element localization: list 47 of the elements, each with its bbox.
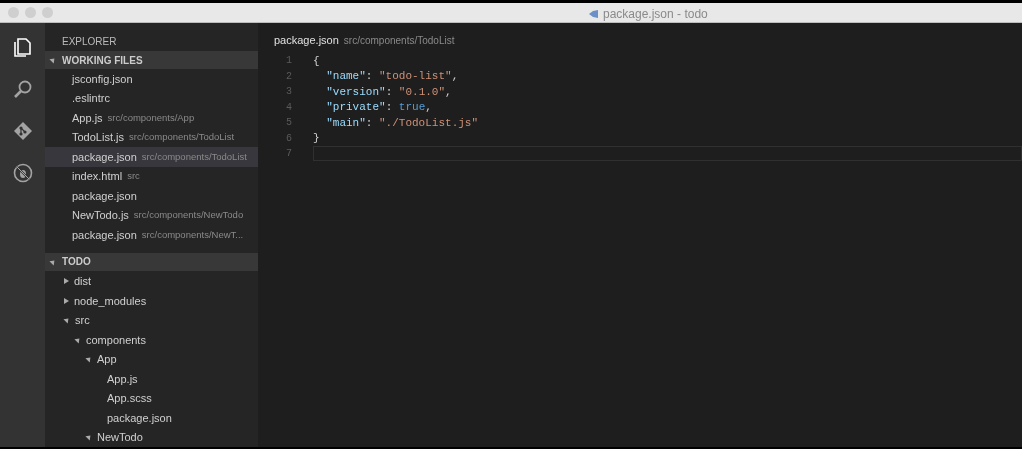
line-number: 3 bbox=[285, 85, 292, 100]
working-file[interactable]: jsconfig.json bbox=[45, 69, 258, 89]
line-number: 7 bbox=[285, 147, 292, 162]
code-line: "private": true, bbox=[325, 100, 432, 115]
code-line: } bbox=[313, 131, 320, 146]
working-file[interactable]: package.json bbox=[45, 186, 258, 206]
section-header[interactable]: WORKING FILES bbox=[45, 51, 258, 69]
code-line: "name": "todo-list", bbox=[325, 69, 459, 84]
expanded-caret-icon[interactable] bbox=[49, 56, 57, 64]
collapsed-caret-icon[interactable] bbox=[64, 297, 69, 304]
folder-item[interactable]: components bbox=[86, 331, 146, 348]
file-item[interactable]: App.js bbox=[107, 370, 138, 387]
line-number: 2 bbox=[285, 69, 292, 84]
working-file[interactable]: TodoList.js src/components/TodoList bbox=[45, 127, 258, 147]
file-item[interactable]: package.json bbox=[107, 409, 172, 426]
files-icon[interactable] bbox=[12, 37, 33, 57]
working-file[interactable]: package.json src/components/TodoList bbox=[45, 147, 258, 167]
bug-icon[interactable] bbox=[12, 163, 33, 183]
line-number: 4 bbox=[285, 100, 292, 115]
collapsed-caret-icon[interactable] bbox=[64, 278, 69, 285]
code-line: "main": "./TodoList.js" bbox=[325, 115, 479, 131]
window-title: package.json - todo bbox=[603, 6, 708, 23]
working-file[interactable]: NewTodo.js src/components/NewTodo bbox=[45, 205, 258, 225]
working-file[interactable]: index.html src bbox=[45, 166, 258, 186]
section-header[interactable]: TODO bbox=[45, 252, 258, 271]
sidebar-title: EXPLORER bbox=[61, 35, 117, 49]
folder-item[interactable]: NewTodo bbox=[97, 429, 143, 446]
expanded-caret-icon[interactable] bbox=[85, 433, 93, 441]
file-icon bbox=[589, 10, 598, 18]
git-icon[interactable] bbox=[12, 121, 33, 141]
folder-item[interactable]: App bbox=[97, 351, 117, 368]
editor-path: src/components/TodoList bbox=[343, 34, 455, 48]
line-number: 1 bbox=[285, 54, 292, 69]
folder-item[interactable]: node_modules bbox=[74, 292, 147, 309]
folder-item[interactable]: dist bbox=[74, 273, 92, 290]
expanded-caret-icon[interactable] bbox=[85, 355, 93, 363]
folder-item[interactable]: src bbox=[75, 312, 90, 329]
code-line: "version": "0.1.0", bbox=[325, 84, 452, 100]
code-line: { bbox=[313, 53, 320, 69]
working-file[interactable]: package.json src/components/NewT... bbox=[45, 225, 258, 245]
expanded-caret-icon[interactable] bbox=[74, 336, 82, 344]
working-file[interactable]: .eslintrc bbox=[45, 88, 258, 108]
expanded-caret-icon[interactable] bbox=[63, 316, 71, 324]
file-item[interactable]: App.scss bbox=[107, 390, 152, 407]
editor-title: package.json bbox=[274, 32, 339, 48]
search-icon[interactable] bbox=[12, 79, 33, 99]
working-file[interactable]: App.js src/components/App bbox=[45, 108, 258, 128]
